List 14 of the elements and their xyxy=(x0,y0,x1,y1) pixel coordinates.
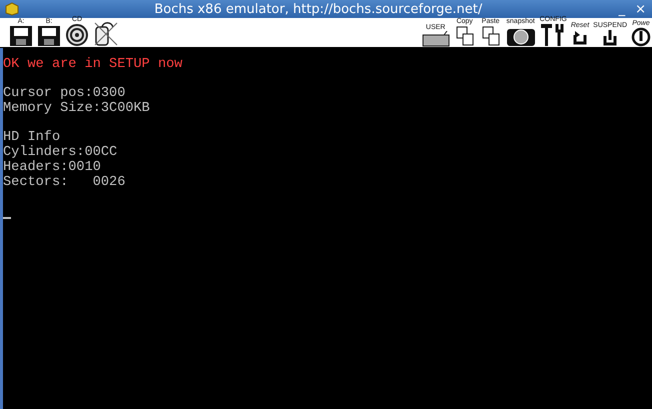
console-text: HD Info xyxy=(3,130,60,146)
reset-icon xyxy=(571,29,589,47)
suspend-icon xyxy=(601,29,620,47)
window-title: Bochs x86 emulator, http://bochs.sourceforge.net/ xyxy=(153,2,484,16)
console-text: Cylinders:00CC xyxy=(3,145,118,160)
console-text: Sectors: 0026 xyxy=(3,174,126,190)
box-icon xyxy=(4,2,20,16)
console-text: OK we are in SETUP now xyxy=(3,57,182,72)
mouse-button[interactable] xyxy=(92,21,120,47)
minimize-button[interactable]: _ xyxy=(616,2,628,16)
console-text: Cursor pos:0300 xyxy=(3,86,126,102)
console-text: Memory Size:3C00KB xyxy=(3,101,150,116)
console-text: Headers:0010 xyxy=(3,160,101,175)
close-button[interactable]: × xyxy=(633,2,648,16)
